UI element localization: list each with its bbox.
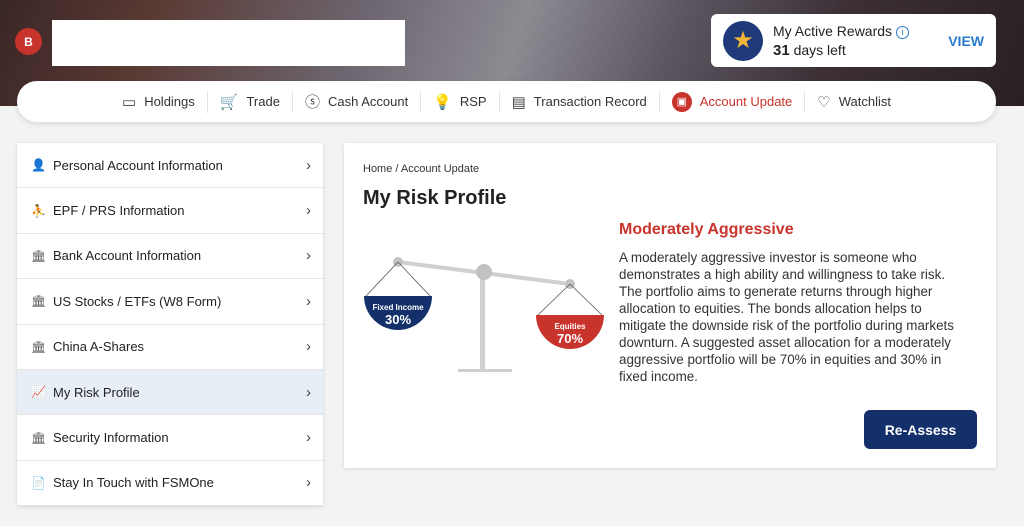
bulb-icon: 💡 [433, 93, 452, 111]
chevron-right-icon: › [306, 429, 311, 447]
bank-icon: 🏛 [31, 248, 47, 263]
nav-label: Trade [246, 94, 280, 109]
account-name-box [52, 20, 405, 66]
chevron-right-icon: › [306, 156, 311, 174]
nav-label: Watchlist [838, 94, 891, 109]
balance-scale-illustration: Fixed Income 30% Equities 70% [364, 257, 604, 372]
account-update-icon: ▣ [671, 91, 692, 112]
chart-presentation-icon: 📈 [31, 385, 46, 400]
nav-label: RSP [459, 94, 487, 109]
bank-icon: 🏛 [31, 339, 47, 354]
menu-item-label: My Risk Profile [53, 384, 140, 400]
menu-item[interactable]: 👤 Personal Account Information › [17, 143, 323, 189]
document-icon: 📄 [31, 475, 46, 490]
nav-label: Holdings [144, 94, 195, 109]
account-menu: 👤 Personal Account Information › ⛹ EPF / PRS… [17, 143, 323, 507]
nav-trade[interactable]: 🛒 Trade [208, 90, 293, 113]
nav-rsp[interactable]: 💡 RSP [421, 90, 500, 113]
chevron-right-icon: › [306, 474, 311, 492]
menu-item-label: Security Information [53, 430, 169, 446]
chevron-right-icon: › [306, 383, 311, 401]
menu-item[interactable]: 🏛 Bank Account Information › [17, 234, 323, 280]
bank-icon: 🏛 [31, 430, 47, 445]
nav-transaction-record[interactable]: ▤ Transaction Record [500, 90, 660, 113]
wallet-icon: ▭ [122, 93, 137, 111]
avatar[interactable]: B [15, 28, 42, 55]
risk-profile-card: Home / Account Update My Risk Profile Fi… [344, 143, 996, 468]
nav-cash-account[interactable]: ⓢ Cash Account [293, 90, 422, 113]
fixed-income-label: Fixed Income [372, 303, 424, 312]
rewards-card[interactable]: ★ My Active Rewards i 31 days left VIEW [711, 14, 996, 67]
fixed-income-pct: 30% [385, 312, 411, 327]
rewards-days-suffix: days left [793, 41, 846, 58]
risk-description: A moderately aggressive investor is some… [619, 250, 954, 384]
heart-icon: ♡ [817, 93, 831, 111]
menu-item[interactable]: 🏛 US Stocks / ETFs (W8 Form) › [17, 279, 323, 325]
clipboard-icon: ▤ [511, 93, 526, 111]
view-rewards-link[interactable]: VIEW [948, 33, 984, 49]
chevron-right-icon: › [306, 292, 311, 310]
menu-item-label: Bank Account Information [53, 248, 202, 264]
rewards-title: My Active Rewards [773, 22, 893, 39]
chevron-right-icon: › [306, 247, 311, 265]
dollar-icon: ⓢ [304, 94, 320, 111]
nav-watchlist[interactable]: ♡ Watchlist [805, 91, 903, 113]
person-cane-icon: ⛹ [31, 203, 46, 218]
equities-label: Equities [554, 322, 586, 331]
nav-label: Cash Account [327, 94, 409, 109]
nav-label: Account Update [699, 94, 793, 109]
user-icon: 👤 [31, 158, 46, 173]
menu-item[interactable]: 📈 My Risk Profile › [17, 369, 323, 416]
info-icon[interactable]: i [896, 25, 910, 39]
menu-item-label: US Stocks / ETFs (W8 Form) [53, 293, 222, 309]
rewards-days: 31 [773, 41, 790, 59]
chevron-right-icon: › [306, 202, 311, 220]
main-nav: ▭ Holdings 🛒 Trade ⓢ Cash Account 💡 RSP ▤ Transac… [17, 81, 996, 122]
menu-item-label: China A-Shares [53, 339, 145, 355]
reassess-button[interactable]: Re-Assess [864, 410, 977, 449]
menu-item[interactable]: ⛹ EPF / PRS Information › [17, 188, 323, 234]
risk-level: Moderately Aggressive [619, 221, 794, 238]
menu-item[interactable]: 🏛 Security Information › [17, 415, 323, 461]
menu-item-label: EPF / PRS Information [53, 203, 185, 219]
nav-account-update[interactable]: ▣ Account Update [660, 90, 806, 113]
menu-item[interactable]: 🏛 China A-Shares › [17, 325, 323, 370]
menu-item-label: Personal Account Information [53, 157, 223, 173]
bank-icon: 🏛 [31, 294, 47, 309]
nav-label: Transaction Record [533, 94, 647, 109]
menu-item[interactable]: 📄 Stay In Touch with FSMOne › [17, 461, 323, 507]
chevron-right-icon: › [306, 338, 311, 356]
cart-icon: 🛒 [219, 93, 239, 111]
nav-holdings[interactable]: ▭ Holdings [110, 90, 208, 113]
trophy-icon: ★ [723, 20, 763, 61]
equities-pct: 70% [557, 331, 583, 346]
menu-item-label: Stay In Touch with FSMOne [53, 475, 214, 491]
